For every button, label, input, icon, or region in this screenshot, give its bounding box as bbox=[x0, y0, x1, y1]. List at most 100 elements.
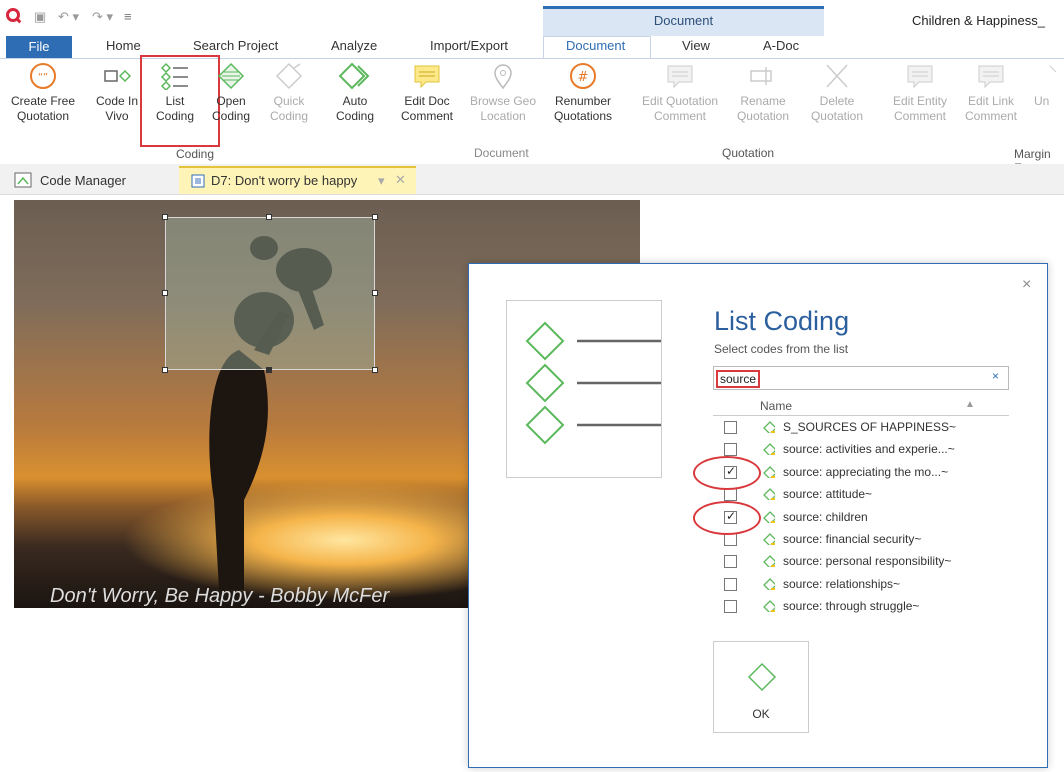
code-diamond-icon bbox=[763, 600, 775, 613]
save-icon[interactable]: ▣ bbox=[34, 9, 46, 25]
close-tab-icon[interactable]: ✕ bbox=[395, 172, 406, 188]
rename-quotation-label-1: Rename bbox=[740, 94, 786, 108]
customize-quick-access-icon[interactable]: ≡ bbox=[124, 9, 132, 24]
code-label: source: appreciating the mo...~ bbox=[783, 464, 949, 479]
auto-coding-button[interactable]: Auto Coding bbox=[330, 62, 380, 124]
tab-view[interactable]: View bbox=[682, 38, 710, 53]
create-free-quotation-button[interactable]: “” Create Free Quotation bbox=[10, 62, 76, 124]
contextual-group-title: Document bbox=[653, 13, 714, 28]
code-in-vivo-button[interactable]: Code In Vivo bbox=[92, 62, 142, 124]
un-button[interactable]: Un bbox=[1030, 62, 1060, 109]
code-diamond-icon bbox=[763, 577, 775, 590]
edit-entity-comment-label-2: Comment bbox=[893, 109, 946, 123]
chevron-down-icon[interactable]: ▾ bbox=[378, 173, 385, 189]
resize-handle-s[interactable] bbox=[266, 367, 272, 373]
tab-document-label[interactable]: Document bbox=[566, 38, 625, 53]
resize-handle-se[interactable] bbox=[372, 367, 378, 373]
code-list-item[interactable]: S_SOURCES OF HAPPINESS~ bbox=[713, 417, 1009, 439]
code-search-value[interactable]: source bbox=[716, 370, 761, 388]
open-coding-button[interactable]: Open Coding bbox=[206, 62, 256, 124]
redo-icon[interactable]: ↷ ▾ bbox=[92, 9, 113, 25]
quotation-group-label: Quotation bbox=[722, 146, 775, 160]
tab-import-export[interactable]: Import/Export bbox=[430, 38, 508, 53]
document-group-label: Document bbox=[474, 146, 529, 160]
undo-icon[interactable]: ↶ ▾ bbox=[58, 9, 79, 25]
code-checkbox[interactable] bbox=[724, 600, 737, 614]
image-document-icon bbox=[191, 174, 205, 188]
code-checkbox[interactable] bbox=[724, 577, 737, 591]
code-list-item[interactable]: source: relationships~ bbox=[713, 574, 1009, 596]
edit-entity-comment-label-1: Edit Entity bbox=[892, 94, 948, 108]
annotation-circle-1 bbox=[693, 456, 761, 490]
code-list-item[interactable]: source: activities and experie...~ bbox=[713, 439, 1009, 461]
code-in-vivo-label-1: Code In bbox=[95, 94, 139, 108]
edit-entity-comment-button[interactable]: Edit Entity Comment bbox=[884, 62, 956, 124]
edit-link-comment-button[interactable]: Edit Link Comment bbox=[960, 62, 1022, 124]
delete-quotation-label-1: Delete bbox=[819, 94, 855, 108]
sort-ascending-icon[interactable]: ▲ bbox=[965, 399, 975, 410]
delete-icon bbox=[826, 64, 848, 88]
edit-doc-comment-button[interactable]: Edit Doc Comment bbox=[396, 62, 458, 124]
rename-icon bbox=[750, 67, 772, 85]
browse-geo-label-1: Browse Geo bbox=[469, 94, 537, 108]
comment-icon bbox=[414, 65, 440, 89]
open-coding-label-1: Open bbox=[216, 94, 246, 108]
code-checkbox[interactable] bbox=[724, 443, 737, 457]
rename-quotation-button[interactable]: Rename Quotation bbox=[730, 62, 796, 124]
tab-document-d7[interactable]: D7: Don't worry be happy ▾ ✕ bbox=[179, 166, 416, 194]
code-label: source: financial security~ bbox=[783, 532, 922, 546]
resize-handle-w[interactable] bbox=[162, 290, 168, 296]
delete-quotation-button[interactable]: Delete Quotation bbox=[802, 62, 872, 124]
auto-coding-label-1: Auto bbox=[342, 94, 368, 108]
hash-icon: # bbox=[570, 63, 596, 89]
code-list-item[interactable]: source: through struggle~ bbox=[713, 596, 1009, 618]
code-list-item[interactable]: source: financial security~ bbox=[713, 529, 1009, 551]
comment-disabled-icon bbox=[667, 65, 693, 89]
svg-text:“”: “” bbox=[38, 72, 48, 83]
tab-analyze[interactable]: Analyze bbox=[331, 38, 377, 53]
code-diamond-icon bbox=[763, 488, 775, 501]
code-label: source: through struggle~ bbox=[783, 599, 920, 614]
auto-coding-label-2: Coding bbox=[335, 109, 375, 123]
browse-geo-location-button[interactable]: Browse Geo Location bbox=[466, 62, 540, 124]
code-diamond-icon bbox=[763, 555, 775, 568]
link-comment-icon bbox=[978, 65, 1004, 89]
resize-handle-ne[interactable] bbox=[372, 214, 378, 220]
edit-quotation-comment-label-1: Edit Quotation bbox=[641, 94, 719, 108]
column-header-name[interactable]: Name bbox=[760, 399, 792, 413]
edit-quotation-comment-button[interactable]: Edit Quotation Comment bbox=[634, 62, 726, 124]
quick-coding-icon bbox=[275, 62, 303, 90]
code-checkbox[interactable] bbox=[724, 555, 737, 569]
resize-handle-sw[interactable] bbox=[162, 367, 168, 373]
dialog-title: List Coding bbox=[714, 306, 850, 336]
tab-search-project[interactable]: Search Project bbox=[193, 38, 278, 53]
renumber-label-2: Quotations bbox=[553, 109, 613, 123]
code-list-item[interactable]: source: personal responsibility~ bbox=[713, 551, 1009, 573]
tab-document-label: D7: Don't worry be happy bbox=[211, 173, 358, 188]
renumber-quotations-button[interactable]: # Renumber Quotations bbox=[548, 62, 618, 124]
resize-handle-n[interactable] bbox=[266, 214, 272, 220]
clear-search-icon[interactable]: × bbox=[992, 369, 999, 383]
tab-code-manager-label: Code Manager bbox=[40, 173, 126, 188]
tab-a-doc[interactable]: A-Doc bbox=[763, 38, 799, 53]
rename-quotation-label-2: Quotation bbox=[736, 109, 790, 123]
auto-coding-icon bbox=[338, 62, 370, 90]
code-list-item[interactable]: source: attitude~ bbox=[713, 484, 1009, 506]
code-checkbox[interactable] bbox=[724, 488, 737, 502]
resize-handle-nw[interactable] bbox=[162, 214, 168, 220]
code-in-vivo-icon bbox=[104, 69, 132, 83]
code-diamond-icon bbox=[763, 533, 775, 545]
tab-file[interactable]: File bbox=[6, 36, 72, 58]
open-coding-label-2: Coding bbox=[211, 109, 251, 123]
tab-home[interactable]: Home bbox=[106, 38, 141, 53]
edit-link-comment-label-1: Edit Link bbox=[967, 94, 1015, 108]
close-icon[interactable]: × bbox=[1022, 276, 1031, 294]
image-selection[interactable] bbox=[165, 217, 375, 370]
edit-doc-comment-label-1: Edit Doc bbox=[404, 94, 450, 108]
resize-handle-e[interactable] bbox=[372, 290, 378, 296]
code-label: source: activities and experie...~ bbox=[783, 442, 955, 457]
tab-code-manager[interactable]: Code Manager bbox=[10, 170, 170, 192]
svg-text:#: # bbox=[578, 70, 589, 85]
quick-coding-button[interactable]: Quick Coding bbox=[264, 62, 314, 124]
code-checkbox[interactable] bbox=[724, 421, 737, 434]
